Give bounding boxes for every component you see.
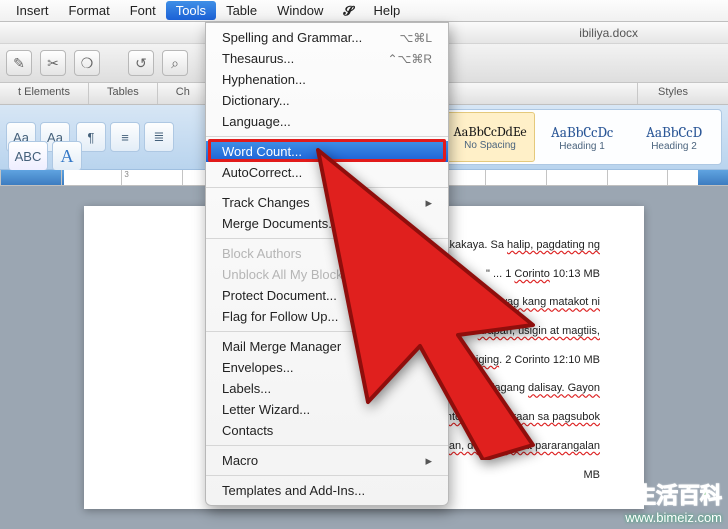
menu-item-shortcut: ⌥⌘L <box>399 31 432 45</box>
tab-ch[interactable]: Ch <box>158 83 209 104</box>
menu-item-label: Dictionary... <box>222 93 432 108</box>
menu-item-label: Hyphenation... <box>222 72 432 87</box>
menu-format[interactable]: Format <box>59 1 120 20</box>
annotation-cursor-arrow <box>308 140 628 460</box>
menu-item-label: Spelling and Grammar... <box>222 30 399 45</box>
menu-item-thesaurus[interactable]: Thesaurus...⌃⌥⌘R <box>206 48 448 69</box>
ruler-value: 3 <box>121 170 182 185</box>
menu-item-dictionary[interactable]: Dictionary... <box>206 90 448 111</box>
menu-insert[interactable]: Insert <box>6 1 59 20</box>
style-preview: AaBbCcDc <box>551 123 613 141</box>
styles-label: Styles <box>637 83 728 104</box>
style-preview: AaBbCcDdEe <box>453 123 526 140</box>
list-icon[interactable]: ≣ <box>144 122 174 152</box>
tab-tables[interactable]: Tables <box>89 83 158 104</box>
style-heading-2[interactable]: AaBbCcD Heading 2 <box>629 112 719 162</box>
align-icon[interactable]: ≡ <box>110 122 140 152</box>
toolbar-btn-2[interactable]: ✂ <box>40 50 66 76</box>
style-label: Heading 2 <box>651 141 697 152</box>
menu-item-label: Templates and Add-Ins... <box>222 483 432 498</box>
tab-elements[interactable]: t Elements <box>0 83 89 104</box>
font-a-icon[interactable]: A <box>52 141 82 171</box>
menu-table[interactable]: Table <box>216 1 267 20</box>
menu-font[interactable]: Font <box>120 1 166 20</box>
style-preview: AaBbCcD <box>646 123 702 141</box>
menu-window[interactable]: Window <box>267 1 333 20</box>
menu-item-label: Language... <box>222 114 432 129</box>
menu-item-shortcut: ⌃⌥⌘R <box>387 52 432 66</box>
watermark: 生活百科 www.bimeiz.com <box>625 478 722 525</box>
toolbar-btn-1[interactable]: ✎ <box>6 50 32 76</box>
watermark-url: www.bimeiz.com <box>625 510 722 525</box>
menu-item-label: Thesaurus... <box>222 51 387 66</box>
menubar: Insert Format Font Tools Table Window 𝓢 … <box>0 0 728 22</box>
menu-help[interactable]: Help <box>363 1 410 20</box>
menu-item-language[interactable]: Language... <box>206 111 448 132</box>
menu-tools[interactable]: Tools <box>166 1 216 20</box>
watermark-text: 生活百科 <box>625 478 722 510</box>
menu-item-templates-and-add-ins[interactable]: Templates and Add-Ins... <box>206 480 448 501</box>
abc-icon[interactable]: ABC <box>8 141 48 171</box>
toolbar-btn-3[interactable]: ❍ <box>74 50 100 76</box>
script-menu-icon[interactable]: 𝓢 <box>333 1 363 21</box>
menu-item-spelling-and-grammar[interactable]: Spelling and Grammar...⌥⌘L <box>206 27 448 48</box>
toolbar-btn-4[interactable]: ↺ <box>128 50 154 76</box>
toolbar-btn-5[interactable]: ⌕ <box>162 50 188 76</box>
menu-item-hyphenation[interactable]: Hyphenation... <box>206 69 448 90</box>
document-title: ibiliya.docx <box>579 26 638 40</box>
